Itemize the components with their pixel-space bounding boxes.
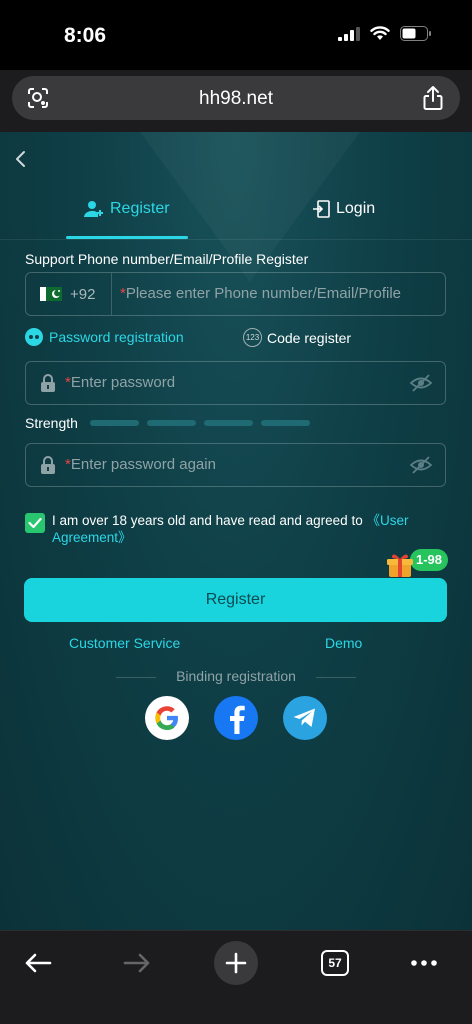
- password-registration-option[interactable]: Password registration: [25, 328, 184, 346]
- new-tab-button[interactable]: [214, 941, 258, 985]
- support-text: Support Phone number/Email/Profile Regis…: [25, 251, 309, 267]
- checkmark-icon: [28, 517, 42, 529]
- code-register-label: Code register: [267, 329, 352, 346]
- phone-input[interactable]: *Please enter Phone number/Email/Profile: [120, 285, 401, 302]
- signal-icon: [338, 26, 360, 41]
- more-dots-icon: [411, 960, 437, 966]
- google-icon: [155, 706, 178, 730]
- tab-login-label: Login: [336, 200, 376, 217]
- country-code-selector[interactable]: +92: [26, 273, 112, 315]
- share-icon[interactable]: [422, 85, 444, 111]
- agreement-text: I am over 18 years old and have read and…: [52, 513, 409, 545]
- binding-registration: Binding registration: [0, 668, 472, 686]
- battery-icon: [400, 26, 431, 41]
- google-login-button[interactable]: [145, 696, 189, 740]
- login-door-icon: [313, 200, 330, 218]
- register-button[interactable]: Register: [24, 578, 447, 622]
- password-field[interactable]: *Enter password: [25, 361, 446, 405]
- status-time: 8:06: [64, 24, 107, 47]
- add-user-icon: [84, 201, 103, 217]
- social-login-row: [0, 696, 472, 742]
- country-code: +92: [70, 285, 96, 303]
- browser-toolbar: 57: [0, 930, 472, 1024]
- gift-badge: 1-98: [410, 549, 449, 571]
- strength-bar: [203, 420, 253, 426]
- gift-box-icon: [387, 554, 413, 577]
- browser-back-button[interactable]: [16, 941, 60, 985]
- browser-forward-button[interactable]: [115, 941, 159, 985]
- registration-mode-row: Password registration 123 Code register: [25, 328, 446, 352]
- facebook-login-button[interactable]: [214, 696, 258, 740]
- address-bar[interactable]: hh98.net: [12, 76, 460, 120]
- more-menu-button[interactable]: [402, 941, 446, 985]
- telegram-icon: [293, 708, 315, 727]
- telegram-login-button[interactable]: [283, 696, 327, 740]
- arrow-right-icon: [123, 953, 150, 973]
- password-dots-icon: [25, 328, 43, 346]
- status-icons: [338, 26, 432, 41]
- phone-field[interactable]: +92 *Please enter Phone number/Email/Pro…: [25, 272, 446, 316]
- divider: [316, 677, 356, 678]
- wifi-icon: [370, 26, 390, 40]
- status-bar: 8:06: [0, 0, 472, 70]
- eye-hidden-icon[interactable]: [409, 455, 433, 475]
- strength-bar: [89, 420, 139, 426]
- pakistan-flag-icon: [40, 287, 62, 301]
- demo-link[interactable]: Demo: [325, 635, 362, 651]
- tabs-overview-button[interactable]: 57: [313, 941, 357, 985]
- password-registration-label: Password registration: [49, 329, 184, 345]
- facebook-icon: [230, 705, 245, 734]
- address-url[interactable]: hh98.net: [12, 88, 460, 110]
- binding-registration-label: Binding registration: [176, 668, 296, 684]
- back-chevron-icon[interactable]: [14, 150, 28, 168]
- plus-icon: [225, 952, 247, 974]
- tab-login[interactable]: Login: [312, 200, 375, 218]
- confirm-password-field[interactable]: *Enter password again: [25, 443, 446, 487]
- arrow-left-icon: [25, 953, 52, 973]
- agreement-checkbox[interactable]: [25, 513, 45, 533]
- active-tab-indicator: [66, 236, 188, 239]
- password-input[interactable]: *Enter password: [65, 374, 175, 391]
- strength-bar: [146, 420, 196, 426]
- eye-hidden-icon[interactable]: [409, 373, 433, 393]
- code-register-option[interactable]: 123 Code register: [243, 328, 351, 347]
- tab-count: 57: [321, 950, 349, 976]
- lock-icon: [41, 456, 55, 474]
- browser-address-area: hh98.net: [0, 70, 472, 132]
- register-page: Register Login Support Phone number/Emai…: [0, 132, 472, 930]
- confirm-password-input[interactable]: *Enter password again: [65, 456, 216, 473]
- code-123-icon: 123: [243, 328, 262, 347]
- customer-service-link[interactable]: Customer Service: [69, 635, 180, 651]
- password-strength: Strength: [25, 415, 310, 431]
- gift-promo[interactable]: 1-98: [386, 548, 454, 582]
- strength-meter: [89, 420, 310, 426]
- lock-icon: [41, 374, 55, 392]
- auth-tabs: Register Login: [0, 194, 472, 240]
- strength-bar: [260, 420, 310, 426]
- strength-label: Strength: [25, 415, 78, 431]
- tab-register-label: Register: [110, 200, 170, 217]
- tab-register[interactable]: Register: [84, 200, 170, 218]
